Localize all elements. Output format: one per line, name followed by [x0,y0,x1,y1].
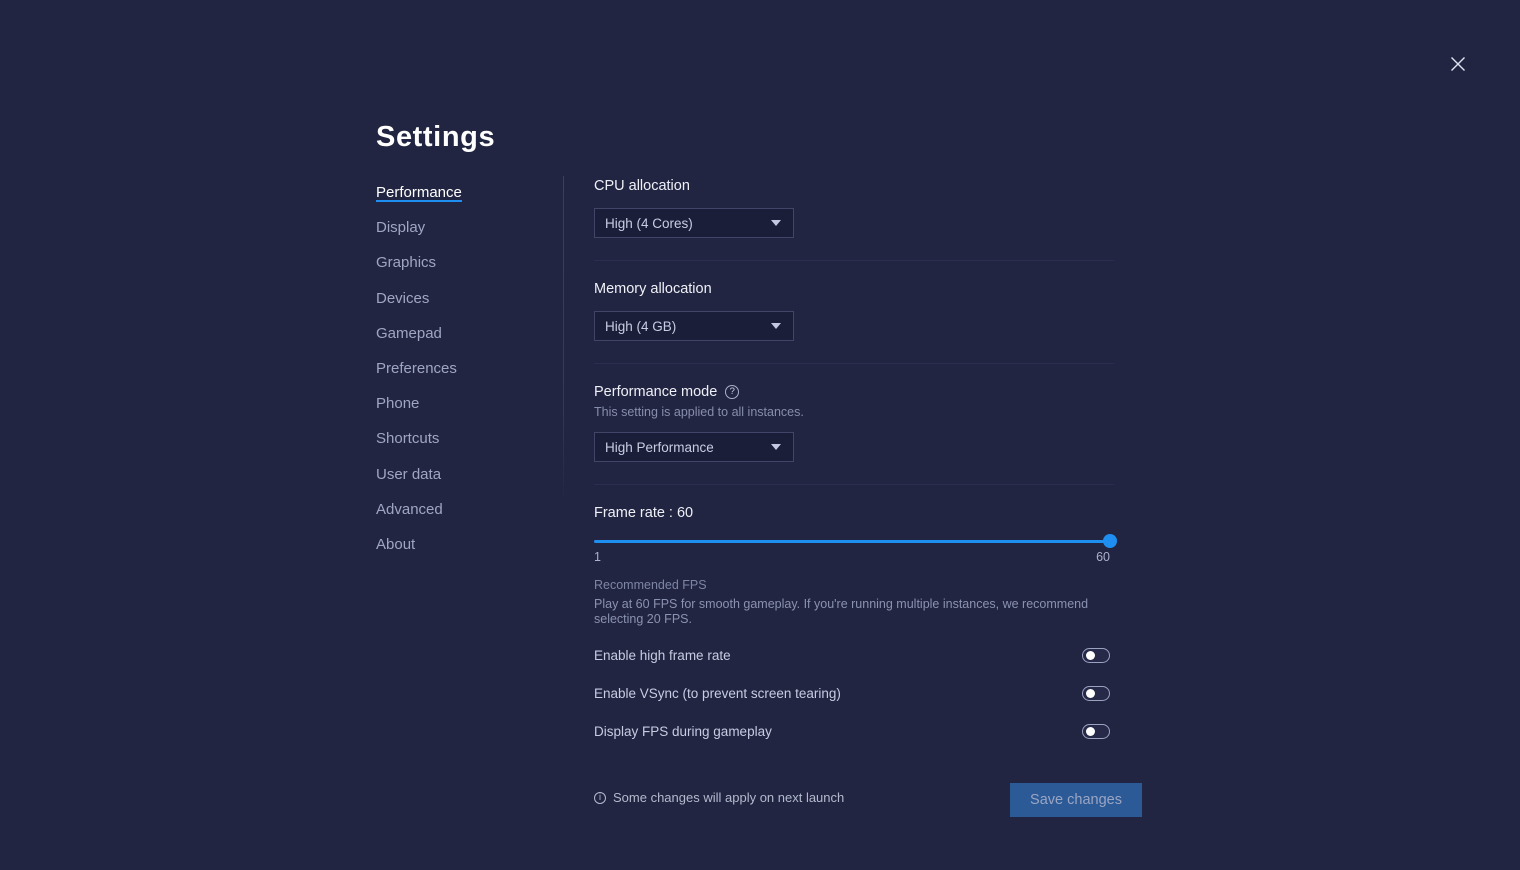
slider-max-label: 60 [1096,550,1110,564]
slider-range-labels: 1 60 [594,550,1110,566]
section-divider [594,363,1114,364]
toggle-knob [1085,650,1095,660]
slider-min-label: 1 [594,550,601,564]
performance-mode-dropdown[interactable]: High Performance [594,432,794,462]
toggle-row-high-frame-rate: Enable high frame rate [594,645,1110,665]
performance-mode-value: High Performance [605,439,714,455]
chevron-down-icon [771,323,781,329]
sidebar-item-about[interactable]: About [376,535,415,554]
page-title: Settings [376,121,496,153]
sidebar-item-gamepad[interactable]: Gamepad [376,324,442,343]
frame-rate-label: Frame rate : 60 [594,505,694,521]
slider-thumb[interactable] [1103,534,1117,548]
recommended-fps-body: Play at 60 FPS for smooth gameplay. If y… [594,597,1089,626]
close-icon[interactable] [1444,50,1472,78]
help-icon[interactable]: ? [725,385,740,399]
toggle-label-vsync: Enable VSync (to prevent screen tearing) [594,685,841,701]
memory-allocation-value: High (4 GB) [605,318,677,334]
sidebar-divider [563,176,564,506]
sidebar-item-devices[interactable]: Devices [376,289,429,308]
save-changes-button[interactable]: Save changes [1010,783,1142,817]
toggle-label-display-fps: Display FPS during gameplay [594,723,772,739]
cpu-allocation-label: CPU allocation [594,178,690,194]
sidebar-item-preferences[interactable]: Preferences [376,359,457,378]
cpu-allocation-value: High (4 Cores) [605,215,693,231]
sidebar-item-user-data[interactable]: User data [376,465,441,484]
settings-window: Settings Performance Display Graphics De… [0,0,1520,870]
section-divider [594,484,1114,485]
sidebar-item-shortcuts[interactable]: Shortcuts [376,429,439,448]
toggle-display-fps[interactable] [1082,723,1110,739]
toggle-knob [1085,688,1095,698]
info-icon: i [594,791,606,804]
frame-rate-slider[interactable] [594,534,1117,548]
toggle-label-high-frame-rate: Enable high frame rate [594,647,731,663]
sidebar-item-graphics[interactable]: Graphics [376,253,436,272]
settings-content: CPU allocation High (4 Cores) Memory all… [594,178,1142,817]
memory-allocation-label: Memory allocation [594,281,712,297]
toggle-vsync[interactable] [1082,685,1110,701]
settings-sidebar: Performance Display Graphics Devices Gam… [376,183,546,570]
chevron-down-icon [771,444,781,450]
sidebar-item-advanced[interactable]: Advanced [376,500,443,519]
performance-mode-label-text: Performance mode [594,384,718,400]
toggle-row-vsync: Enable VSync (to prevent screen tearing) [594,683,1110,703]
performance-mode-sublabel: This setting is applied to all instances… [594,405,804,419]
slider-fill [594,540,1110,543]
footer-note-text: Some changes will apply on next launch [613,790,845,805]
sidebar-item-performance[interactable]: Performance [376,183,462,202]
toggle-row-display-fps: Display FPS during gameplay [594,721,1110,741]
recommended-fps-title: Recommended FPS [594,578,707,592]
footer-note: i Some changes will apply on next launch [594,790,844,805]
toggle-knob [1085,726,1095,736]
cpu-allocation-dropdown[interactable]: High (4 Cores) [594,208,794,238]
memory-allocation-dropdown[interactable]: High (4 GB) [594,311,794,341]
chevron-down-icon [771,220,781,226]
toggle-high-frame-rate[interactable] [1082,647,1110,663]
section-divider [594,260,1114,261]
sidebar-item-display[interactable]: Display [376,218,425,237]
settings-footer: i Some changes will apply on next launch… [594,783,1142,817]
performance-mode-label: Performance mode ? [594,384,1114,400]
sidebar-item-phone[interactable]: Phone [376,394,419,413]
